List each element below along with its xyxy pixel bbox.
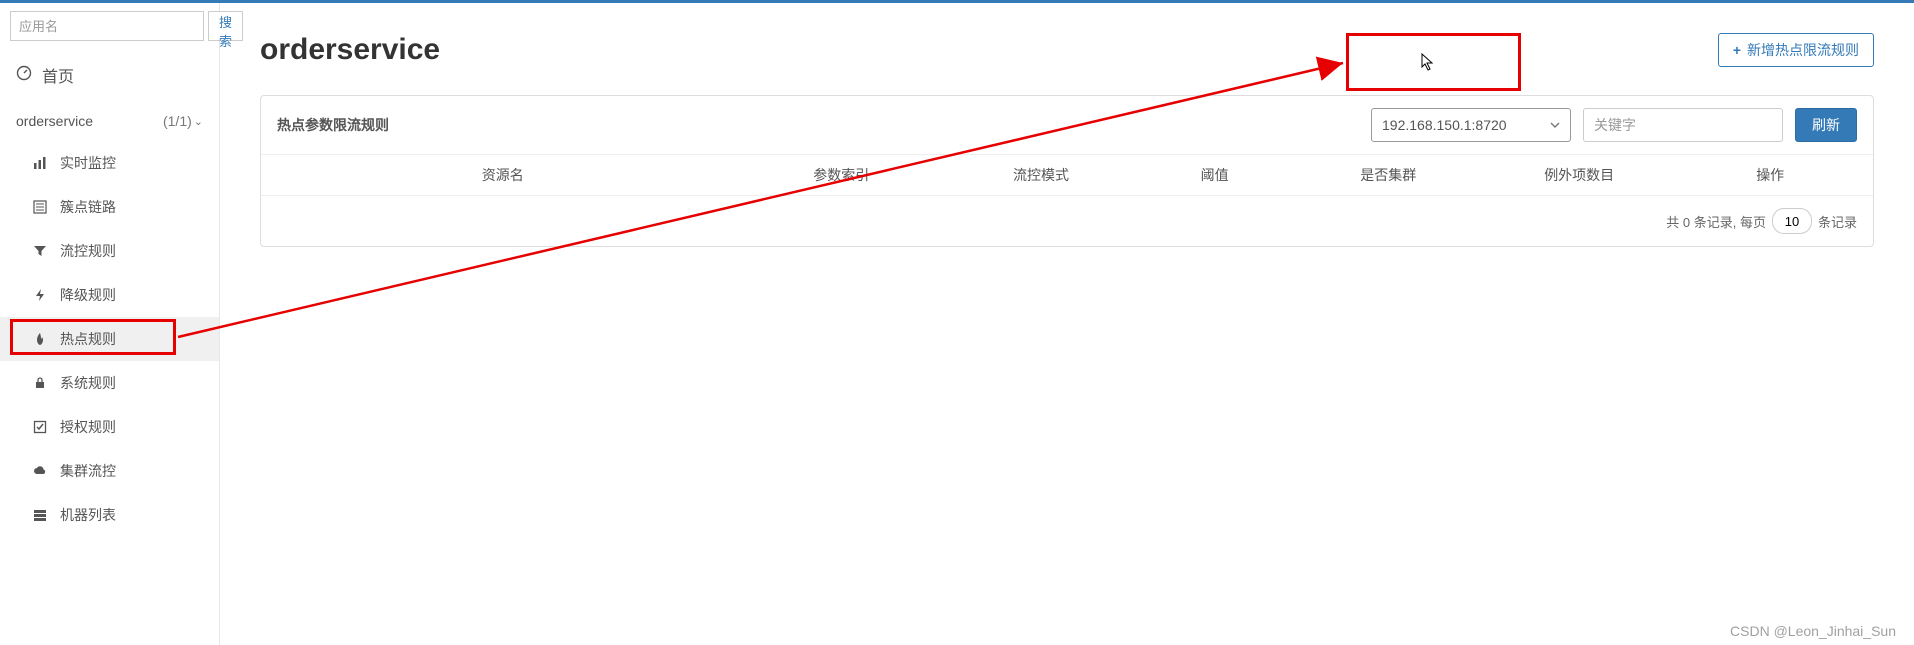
sidebar-item-label: 实时监控 bbox=[60, 153, 116, 173]
panel-footer: 共 0 条记录, 每页 条记录 bbox=[261, 196, 1873, 246]
sidebar-item-degrade-rule[interactable]: 降级规则 bbox=[0, 273, 219, 317]
flash-icon bbox=[32, 288, 48, 302]
table-header: 资源名 参数索引 流控模式 阈值 是否集群 例外项数目 操作 bbox=[261, 155, 1873, 196]
col-resource: 资源名 bbox=[277, 165, 728, 185]
sidebar-item-cluster-flow[interactable]: 集群流控 bbox=[0, 449, 219, 493]
page-title: orderservice bbox=[260, 33, 440, 67]
chevron-down-icon bbox=[1550, 117, 1560, 133]
nav-app-count: (1/1) ⌄ bbox=[163, 113, 203, 129]
add-hotspot-rule-button[interactable]: + 新增热点限流规则 bbox=[1718, 33, 1874, 67]
sidebar-item-label: 授权规则 bbox=[60, 417, 116, 437]
refresh-button[interactable]: 刷新 bbox=[1795, 108, 1857, 142]
bar-chart-icon bbox=[32, 156, 48, 170]
panel-title: 热点参数限流规则 bbox=[277, 115, 389, 135]
sidebar-item-machine-list[interactable]: 机器列表 bbox=[0, 493, 219, 537]
rules-panel: 热点参数限流规则 192.168.150.1:8720 刷新 资源名 参数索引 … bbox=[260, 95, 1874, 247]
sidebar-item-label: 簇点链路 bbox=[60, 197, 116, 217]
list-alt-icon bbox=[32, 200, 48, 214]
server-icon bbox=[32, 508, 48, 522]
nav-app-name: orderservice bbox=[16, 113, 93, 129]
col-param-index: 参数索引 bbox=[728, 165, 954, 185]
sidebar-item-hotspot-rule[interactable]: 热点规则 bbox=[0, 317, 219, 361]
dashboard-icon bbox=[16, 65, 32, 86]
cloud-icon bbox=[32, 464, 48, 478]
nav-home-label: 首页 bbox=[42, 63, 74, 87]
chevron-down-icon: ⌄ bbox=[194, 115, 203, 128]
main-content: orderservice + 新增热点限流规则 热点参数限流规则 192.168… bbox=[220, 3, 1914, 645]
check-square-icon bbox=[32, 420, 48, 434]
sidebar-item-cluster-link[interactable]: 簇点链路 bbox=[0, 185, 219, 229]
col-exceptions: 例外项数目 bbox=[1475, 165, 1683, 185]
sidebar-item-label: 系统规则 bbox=[60, 373, 116, 393]
sidebar: 搜索 首页 orderservice (1/1) ⌄ 实时监控 簇点链路 流控规… bbox=[0, 3, 220, 645]
plus-icon: + bbox=[1733, 42, 1741, 58]
sidebar-item-label: 机器列表 bbox=[60, 505, 116, 525]
filter-icon bbox=[32, 244, 48, 258]
col-cluster: 是否集群 bbox=[1301, 165, 1475, 185]
nav-app-toggle[interactable]: orderservice (1/1) ⌄ bbox=[0, 101, 219, 141]
footer-prefix: 共 0 条记录, 每页 bbox=[1666, 212, 1766, 231]
page-size-input[interactable] bbox=[1772, 208, 1812, 234]
nav-app-count-text: (1/1) bbox=[163, 113, 192, 129]
node-select-value: 192.168.150.1:8720 bbox=[1382, 117, 1507, 133]
sidebar-item-flow-rule[interactable]: 流控规则 bbox=[0, 229, 219, 273]
fire-icon bbox=[32, 332, 48, 346]
node-select[interactable]: 192.168.150.1:8720 bbox=[1371, 108, 1571, 142]
lock-icon bbox=[32, 376, 48, 390]
page-header: orderservice + 新增热点限流规则 bbox=[260, 33, 1874, 67]
sidebar-item-system-rule[interactable]: 系统规则 bbox=[0, 361, 219, 405]
watermark: CSDN @Leon_Jinhai_Sun bbox=[1730, 623, 1896, 639]
footer-suffix: 条记录 bbox=[1818, 212, 1857, 231]
col-action: 操作 bbox=[1683, 165, 1857, 185]
sidebar-item-realtime[interactable]: 实时监控 bbox=[0, 141, 219, 185]
col-threshold: 阈值 bbox=[1128, 165, 1302, 185]
app-search-input[interactable] bbox=[10, 11, 204, 41]
sidebar-item-auth-rule[interactable]: 授权规则 bbox=[0, 405, 219, 449]
sidebar-item-label: 流控规则 bbox=[60, 241, 116, 261]
col-mode: 流控模式 bbox=[954, 165, 1128, 185]
sidebar-item-label: 热点规则 bbox=[60, 329, 116, 349]
add-hotspot-rule-label: 新增热点限流规则 bbox=[1747, 40, 1859, 60]
panel-header: 热点参数限流规则 192.168.150.1:8720 刷新 bbox=[261, 96, 1873, 155]
keyword-input[interactable] bbox=[1583, 108, 1783, 142]
nav-home[interactable]: 首页 bbox=[0, 49, 219, 101]
search-row: 搜索 bbox=[0, 11, 219, 49]
sidebar-item-label: 降级规则 bbox=[60, 285, 116, 305]
sidebar-item-label: 集群流控 bbox=[60, 461, 116, 481]
